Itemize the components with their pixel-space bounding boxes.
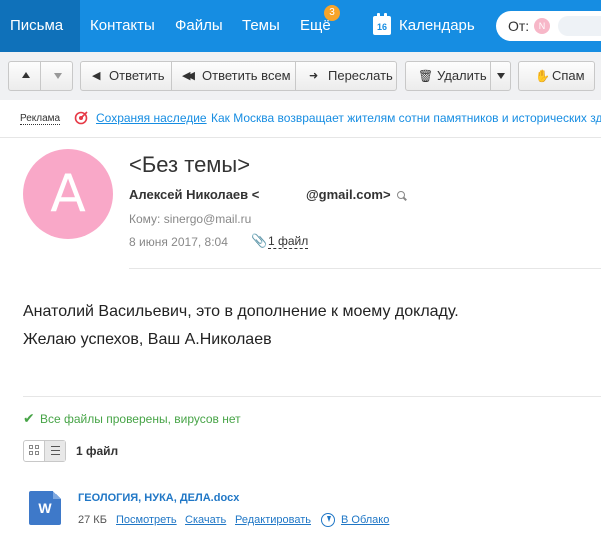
paperclip-icon: 📎 [251, 233, 268, 248]
forward-button[interactable]: ➜ Переслать [295, 61, 397, 91]
message-body-line-1: Анатолий Васильевич, это в дополнение к … [23, 303, 459, 320]
recipient: Кому: sinergo@mail.ru [129, 212, 252, 226]
edit-attachment-link[interactable]: Редактировать [235, 514, 311, 526]
word-document-icon[interactable]: W [29, 491, 61, 525]
arrow-up-icon [22, 72, 30, 78]
attachments-link[interactable]: 1 файл [268, 235, 309, 249]
reply-all-button[interactable]: ◀◀ Ответить всем [171, 61, 296, 91]
trash-icon: 🗑 [418, 69, 434, 83]
forward-icon: ➜ [309, 70, 319, 82]
from-label: От: [508, 18, 530, 34]
calendar-icon[interactable]: 16 [373, 13, 391, 35]
previous-message-button[interactable] [8, 61, 41, 91]
attachment-name[interactable]: ГЕОЛОГИЯ, НУКА, ДЕЛА.docx [78, 492, 239, 504]
delete-button[interactable]: 🗑 Удалить [405, 61, 491, 91]
next-message-button[interactable] [40, 61, 73, 91]
divider [23, 396, 601, 397]
top-navigation: Письма Контакты Файлы Темы Ещё 3 16 Кале… [0, 0, 601, 52]
spam-button[interactable]: ✋ Спам [518, 61, 595, 91]
sender-avatar: A [23, 149, 113, 239]
message-date: 8 июня 2017, 8:04 [129, 235, 228, 249]
arrow-down-icon [54, 73, 62, 79]
attachment-size: 27 КБ [78, 514, 107, 526]
nav-tab-mail[interactable]: Письма [0, 0, 80, 52]
reply-icon: ◀ [92, 70, 101, 82]
ad-title-link[interactable]: Сохраняя наследие [96, 111, 207, 125]
delete-label: Удалить [437, 68, 487, 83]
save-to-cloud-link[interactable]: В Облако [341, 514, 389, 526]
sender-email[interactable]: @gmail.com> [306, 187, 391, 202]
attachments-count: 1 файл [76, 444, 119, 458]
nav-tab-contacts[interactable]: Контакты [90, 0, 155, 52]
nav-tab-topics[interactable]: Темы [242, 0, 280, 52]
reply-button[interactable]: ◀ Ответить [80, 61, 172, 91]
view-attachment-link[interactable]: Посмотреть [116, 514, 177, 526]
ad-text-link[interactable]: Как Москва возвращает жителям сотни памя… [211, 111, 601, 125]
nav-tab-files[interactable]: Файлы [175, 0, 223, 52]
message-subject: <Без темы> [129, 152, 251, 177]
more-badge: 3 [324, 5, 340, 21]
target-icon [74, 111, 88, 125]
download-attachment-link[interactable]: Скачать [185, 514, 226, 526]
forward-label: Переслать [328, 68, 393, 83]
divider [129, 268, 601, 269]
thumbs-down-icon: ✋ [535, 69, 550, 83]
from-account-placeholder [558, 16, 601, 36]
search-icon[interactable] [397, 191, 405, 199]
reply-all-icon: ◀◀ [182, 70, 195, 82]
reply-label: Ответить [109, 68, 165, 83]
chevron-down-icon [497, 73, 505, 79]
message-body-line-2: Желаю успехов, Ваш А.Николаев [23, 331, 272, 348]
attachments-view-toggle [23, 440, 66, 462]
from-avatar: N [534, 18, 550, 34]
spam-label: Спам [552, 68, 585, 83]
ad-label[interactable]: Реклама [20, 113, 61, 125]
from-selector[interactable]: От: N [496, 11, 601, 41]
checkmark-icon: ✔ [23, 410, 35, 426]
ad-banner: Реклама Сохраняя наследие Как Москва воз… [0, 100, 601, 138]
list-view-button[interactable] [45, 441, 65, 461]
sender-name[interactable]: Алексей Николаев < [129, 187, 259, 202]
grid-view-button[interactable] [24, 441, 45, 461]
nav-tab-calendar[interactable]: Календарь [399, 0, 475, 52]
delete-options-button[interactable] [490, 61, 511, 91]
message-toolbar: ◀ Ответить ◀◀ Ответить всем ➜ Переслать … [0, 52, 601, 100]
reply-all-label: Ответить всем [202, 68, 291, 83]
cloud-upload-icon[interactable] [321, 513, 335, 527]
calendar-day: 16 [376, 22, 387, 32]
word-icon-letter: W [38, 500, 52, 516]
virus-check-status: Все файлы проверены, вирусов нет [40, 412, 241, 426]
